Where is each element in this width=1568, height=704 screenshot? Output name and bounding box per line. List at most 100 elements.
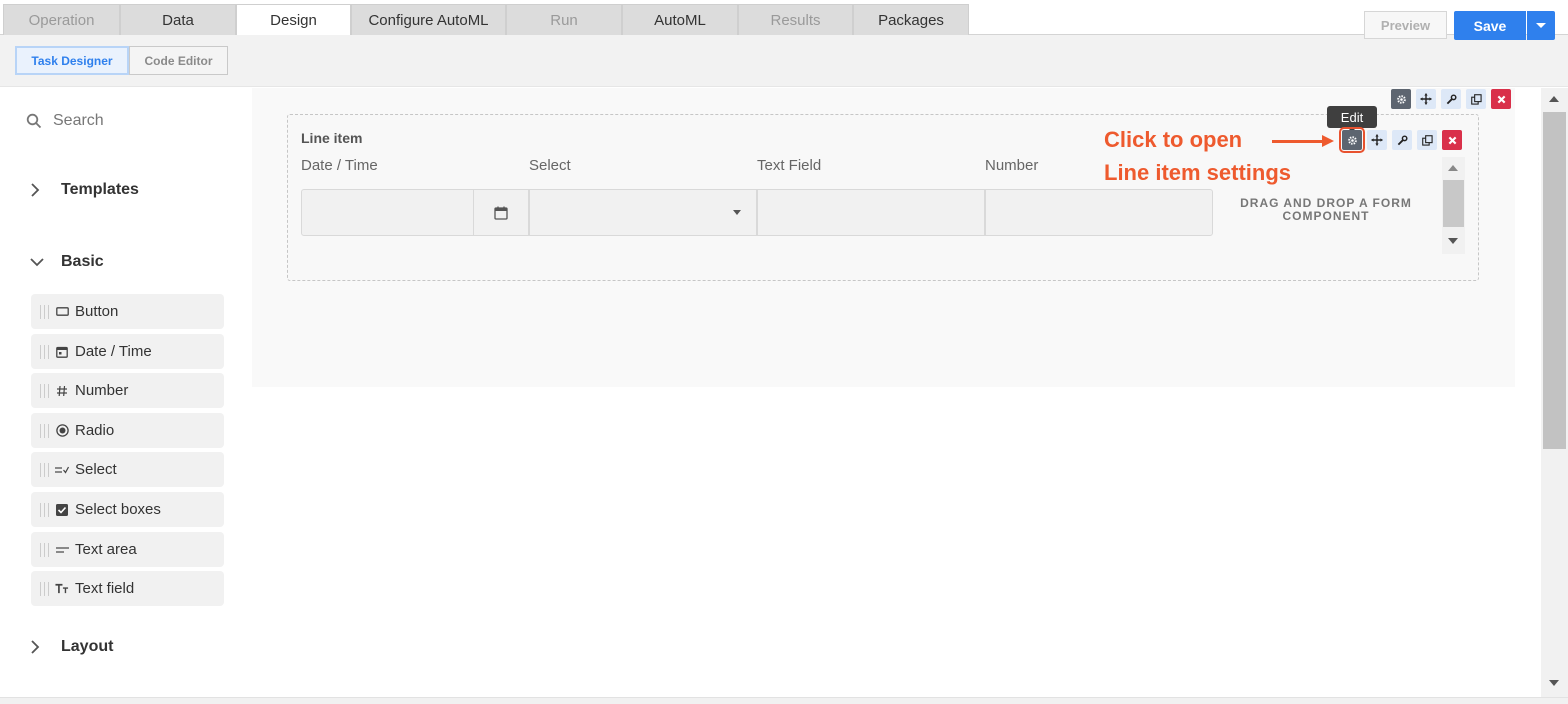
tab-packages[interactable]: Packages — [853, 4, 969, 35]
tab-configure-automl[interactable]: Configure AutoML — [351, 4, 506, 35]
copy-icon — [1421, 134, 1433, 146]
gear-icon — [1347, 135, 1357, 145]
component-select-boxes[interactable]: Select boxes — [31, 492, 224, 527]
component-label: Radio — [75, 422, 115, 439]
column-header-number: Number — [985, 157, 1039, 174]
outer-move-button[interactable] — [1416, 89, 1436, 109]
component-button[interactable]: Button — [31, 294, 224, 329]
page-scroll-down-icon[interactable] — [1549, 680, 1559, 686]
calendar-icon — [494, 206, 508, 220]
drag-handle-icon — [40, 304, 49, 319]
group-label: Basic — [61, 253, 104, 270]
drag-handle-icon — [40, 383, 49, 398]
calendar-icon — [55, 346, 69, 358]
horizontal-scroll-track — [0, 697, 1568, 704]
outer-copy-button[interactable] — [1466, 89, 1486, 109]
component-radio[interactable]: Radio — [31, 413, 224, 448]
search-icon — [26, 113, 42, 129]
annotation-line-1: Click to open — [1104, 127, 1243, 152]
line-item-copy-button[interactable] — [1417, 130, 1437, 150]
component-text-area[interactable]: Text area — [31, 532, 224, 567]
save-options-button[interactable] — [1527, 11, 1555, 40]
hash-icon — [55, 385, 69, 397]
column-header-text-field: Text Field — [757, 157, 822, 174]
group-layout[interactable]: Layout — [30, 638, 113, 656]
text-field-icon — [55, 583, 69, 594]
component-sidebar: Search Templates Basic Button Date / Tim… — [0, 88, 252, 704]
wrench-icon — [1446, 93, 1457, 104]
preview-button[interactable]: Preview — [1364, 11, 1447, 39]
component-label: Select — [75, 461, 117, 478]
wrench-icon — [1397, 134, 1408, 145]
search-placeholder: Search — [53, 112, 104, 129]
component-number[interactable]: Number — [31, 373, 224, 408]
column-header-select: Select — [529, 157, 571, 174]
group-basic[interactable]: Basic — [30, 253, 104, 271]
component-label: Text area — [75, 541, 137, 558]
tab-automl[interactable]: AutoML — [622, 4, 738, 35]
drag-handle-icon — [40, 462, 49, 477]
component-search[interactable]: Search — [26, 112, 104, 130]
line-item-scroll-thumb[interactable] — [1443, 180, 1464, 227]
column-header-date-time: Date / Time — [301, 157, 378, 174]
annotation-arrow-head — [1322, 135, 1334, 147]
outer-delete-button[interactable] — [1491, 89, 1511, 109]
drag-handle-icon — [40, 502, 49, 517]
drag-handle-icon — [40, 344, 49, 359]
gear-icon — [1396, 94, 1406, 104]
drag-handle-icon — [40, 423, 49, 438]
editor-mode-switch: Task Designer Code Editor — [15, 46, 228, 75]
drag-handle-icon — [40, 581, 49, 596]
tab-results[interactable]: Results — [738, 4, 853, 35]
radio-icon — [55, 424, 69, 437]
line-item-title: Line item — [301, 130, 363, 146]
scroll-up-icon[interactable] — [1448, 165, 1458, 171]
dropzone-text: DRAG AND DROP A FORM COMPONENT — [1240, 196, 1412, 223]
component-date-time[interactable]: Date / Time — [31, 334, 224, 369]
chevron-right-icon — [30, 640, 52, 654]
component-label: Date / Time — [75, 343, 152, 360]
outer-wrench-button[interactable] — [1441, 89, 1461, 109]
toolbar: Task Designer Code Editor — [0, 35, 1568, 87]
tab-data[interactable]: Data — [120, 4, 236, 35]
text-field-input[interactable] — [757, 189, 985, 236]
annotation-line-2: Line item settings — [1104, 160, 1292, 185]
edit-tooltip: Edit — [1327, 106, 1377, 132]
chevron-down-icon — [30, 257, 52, 267]
tab-operation[interactable]: Operation — [3, 4, 120, 35]
group-templates[interactable]: Templates — [30, 181, 139, 199]
component-label: Button — [75, 303, 119, 320]
line-item-edit-button[interactable] — [1339, 127, 1365, 153]
line-item-wrench-button[interactable] — [1392, 130, 1412, 150]
chevron-right-icon — [30, 183, 52, 197]
select-input[interactable] — [529, 189, 757, 236]
tab-run[interactable]: Run — [506, 4, 622, 35]
line-item-move-button[interactable] — [1367, 130, 1387, 150]
group-label: Templates — [61, 181, 139, 198]
component-text-field[interactable]: Text field — [31, 571, 224, 606]
line-item-delete-button[interactable] — [1442, 130, 1462, 150]
close-icon — [1497, 95, 1505, 103]
move-icon — [1371, 134, 1383, 146]
group-label: Layout — [61, 638, 114, 655]
checkbox-icon — [55, 503, 69, 516]
calendar-button[interactable] — [473, 189, 529, 236]
date-time-input[interactable] — [301, 189, 474, 236]
page-scroll-up-icon[interactable] — [1549, 96, 1559, 102]
chevron-down-icon — [733, 210, 741, 215]
chevron-down-icon — [1536, 23, 1546, 28]
save-button[interactable]: Save — [1454, 11, 1526, 40]
component-label: Text field — [75, 580, 135, 597]
copy-icon — [1470, 93, 1482, 105]
number-input[interactable] — [985, 189, 1213, 236]
tab-design[interactable]: Design — [236, 4, 351, 36]
scroll-down-icon[interactable] — [1448, 238, 1458, 244]
task-designer-button[interactable]: Task Designer — [15, 46, 129, 75]
page-scroll-thumb[interactable] — [1543, 112, 1566, 449]
move-icon — [1420, 93, 1432, 105]
component-label: Number — [75, 382, 129, 399]
component-select[interactable]: Select — [31, 452, 224, 487]
select-list-icon — [55, 465, 69, 475]
outer-edit-button[interactable] — [1391, 89, 1411, 109]
code-editor-button[interactable]: Code Editor — [129, 46, 228, 75]
